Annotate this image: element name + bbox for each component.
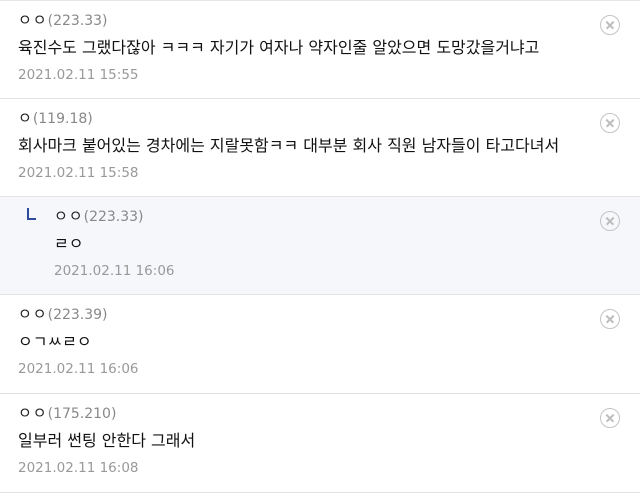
comment-author-ip: (175.210) <box>47 406 117 422</box>
comment-item: ㅇㅇ(223.33) 육진수도 그랬다잖아 ㅋㅋㅋ 자기가 여자나 약자인줄 알… <box>0 1 640 99</box>
comment-author-line: ㅇ(119.18) <box>18 109 93 128</box>
comment-author-line: ㅇㅇ(175.210) <box>18 404 116 423</box>
comment-timestamp: 2021.02.11 15:58 <box>18 165 139 181</box>
comment-item: ㅇㅇ(223.39) ㅇㄱㅆㄹㅇ 2021.02.11 16:06 <box>0 295 640 394</box>
delete-comment-button[interactable] <box>600 211 620 231</box>
delete-comment-button[interactable] <box>600 309 620 329</box>
comment-item: ㅇ(119.18) 회사마크 붙어있는 경차에는 지랄못함ㅋㅋ 대부분 회사 직… <box>0 99 640 197</box>
comment-list: ㅇㅇ(223.33) 육진수도 그랬다잖아 ㅋㅋㅋ 자기가 여자나 약자인줄 알… <box>0 0 640 494</box>
comment-author-ip: (223.33) <box>83 209 144 225</box>
comment-author[interactable]: ㅇㅇ <box>18 404 48 422</box>
reply-arrow-icon <box>27 208 36 220</box>
comment-author[interactable]: ㅇㅇ <box>18 11 48 29</box>
comment-text: 일부러 썬팅 안한다 그래서 <box>18 431 196 450</box>
comment-author[interactable]: ㅇㅇ <box>18 305 48 323</box>
comment-author[interactable]: ㅇㅇ <box>54 207 84 225</box>
comment-text: 육진수도 그랬다잖아 ㅋㅋㅋ 자기가 여자나 약자인줄 알았으면 도망갔을거냐고 <box>18 38 540 57</box>
comment-timestamp: 2021.02.11 16:06 <box>18 361 139 377</box>
delete-comment-button[interactable] <box>600 113 620 133</box>
comment-item: ㅇㅇ(175.210) 일부러 썬팅 안한다 그래서 2021.02.11 16… <box>0 394 640 493</box>
comment-author-line: ㅇㅇ(223.33) <box>54 207 144 226</box>
comment-author-ip: (119.18) <box>32 111 93 127</box>
comment-author-ip: (223.39) <box>47 307 108 323</box>
delete-comment-button[interactable] <box>600 408 620 428</box>
comment-timestamp: 2021.02.11 16:08 <box>18 460 139 476</box>
delete-comment-button[interactable] <box>600 15 620 35</box>
reply-comment-item: ㅇㅇ(223.33) ㄹㅇ 2021.02.11 16:06 <box>0 197 640 295</box>
comment-timestamp: 2021.02.11 16:06 <box>54 263 175 279</box>
comment-text: 회사마크 붙어있는 경차에는 지랄못함ㅋㅋ 대부분 회사 직원 남자들이 타고다… <box>18 136 560 155</box>
comment-timestamp: 2021.02.11 15:55 <box>18 67 139 83</box>
comment-text: ㅇㄱㅆㄹㅇ <box>18 332 92 351</box>
comment-author[interactable]: ㅇ <box>18 109 33 127</box>
comment-author-line: ㅇㅇ(223.39) <box>18 305 108 324</box>
comment-author-line: ㅇㅇ(223.33) <box>18 11 108 30</box>
comment-author-ip: (223.33) <box>47 13 108 29</box>
comment-text: ㄹㅇ <box>54 234 84 253</box>
